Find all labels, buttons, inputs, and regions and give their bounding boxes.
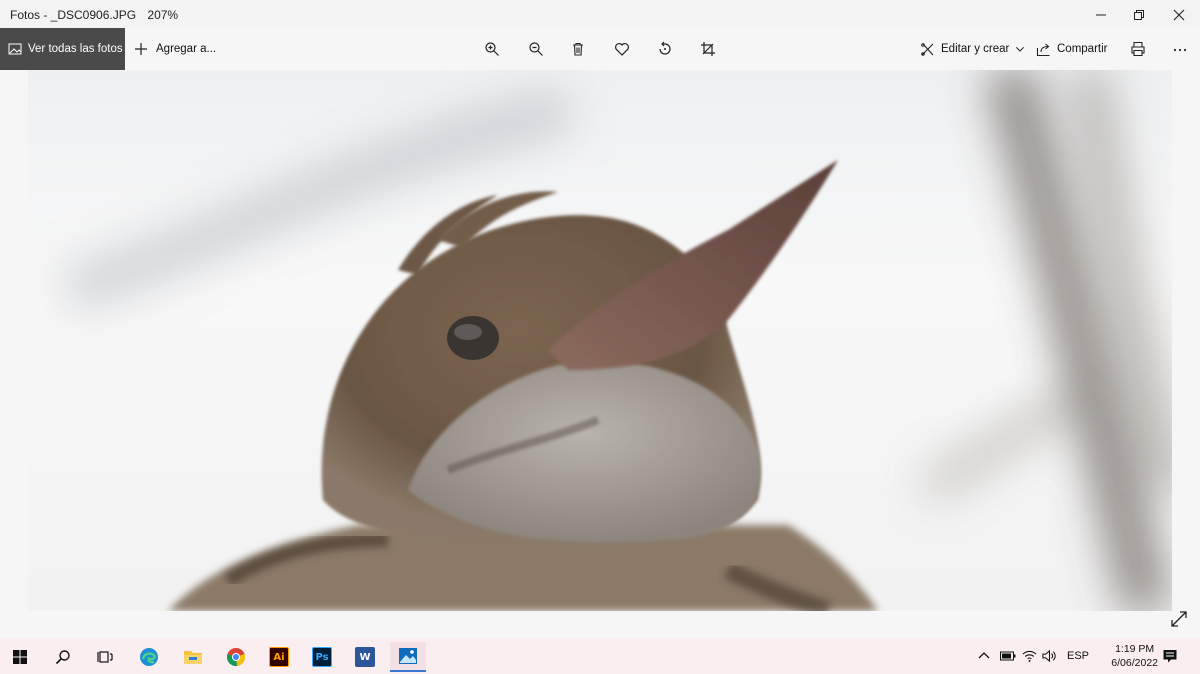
more-options-button[interactable] bbox=[1162, 28, 1198, 70]
heart-icon bbox=[615, 43, 629, 56]
search-icon bbox=[55, 650, 70, 665]
add-to-button[interactable]: Agregar a... bbox=[134, 28, 216, 70]
edge-icon bbox=[140, 648, 158, 666]
trash-icon bbox=[573, 42, 583, 56]
task-view-button[interactable] bbox=[87, 642, 123, 672]
bird-photo bbox=[62, 70, 1172, 611]
zoom-out-icon bbox=[529, 42, 543, 56]
share-icon bbox=[1036, 43, 1050, 56]
volume-indicator[interactable] bbox=[1042, 638, 1057, 674]
chevron-up-icon bbox=[978, 652, 990, 659]
task-view-icon bbox=[97, 651, 113, 663]
clock-time: 1:19 PM bbox=[1115, 643, 1155, 655]
taskbar-file-explorer[interactable] bbox=[175, 642, 211, 672]
start-button[interactable] bbox=[2, 642, 38, 672]
battery-indicator[interactable] bbox=[1000, 638, 1016, 674]
crop-icon bbox=[701, 42, 715, 56]
search-button[interactable] bbox=[45, 642, 81, 672]
windows-icon bbox=[13, 650, 27, 664]
chevron-down-icon bbox=[1016, 46, 1025, 52]
fullscreen-icon[interactable] bbox=[1170, 610, 1188, 628]
eye-highlight bbox=[454, 324, 482, 340]
title-bar: Fotos - _DSC0906.JPG 207% bbox=[0, 0, 1200, 30]
share-button[interactable]: Compartir bbox=[1036, 28, 1107, 70]
photo-icon bbox=[8, 43, 22, 55]
zoom-in-icon bbox=[485, 42, 499, 56]
taskbar-photos[interactable] bbox=[390, 642, 426, 672]
command-bar: Ver todas las fotos Agregar a... Editar … bbox=[0, 28, 1200, 70]
wifi-icon bbox=[1022, 650, 1037, 662]
rotate-icon bbox=[659, 41, 671, 55]
all-photos-button[interactable]: Ver todas las fotos bbox=[0, 28, 125, 70]
photo-canvas[interactable] bbox=[28, 70, 1172, 611]
wifi-indicator[interactable] bbox=[1022, 638, 1037, 674]
close-button[interactable] bbox=[1156, 0, 1200, 30]
chrome-icon bbox=[226, 648, 246, 667]
all-photos-label: Ver todas las fotos bbox=[28, 43, 123, 55]
window-title: Fotos - _DSC0906.JPG 207% bbox=[10, 8, 186, 22]
language-indicator[interactable]: ESP bbox=[1067, 638, 1089, 674]
clock[interactable]: 1:19 PM 6/06/2022 bbox=[1111, 642, 1158, 670]
battery-icon bbox=[1000, 651, 1016, 661]
file-title: Fotos - _DSC0906.JPG bbox=[10, 8, 137, 22]
minimize-icon bbox=[1096, 14, 1106, 16]
plus-icon bbox=[135, 43, 147, 55]
zoom-level: 207% bbox=[147, 8, 179, 22]
illustrator-icon: Ai bbox=[269, 647, 289, 667]
print-button[interactable] bbox=[1120, 28, 1156, 70]
taskbar-word[interactable]: W bbox=[347, 642, 383, 672]
speaker-icon bbox=[1042, 649, 1056, 663]
close-icon bbox=[1173, 9, 1185, 21]
delete-button[interactable] bbox=[560, 28, 596, 70]
rotate-button[interactable] bbox=[647, 28, 683, 70]
zoom-in-button[interactable] bbox=[474, 28, 510, 70]
photoshop-icon: Ps bbox=[312, 647, 332, 667]
ellipsis-icon bbox=[1173, 48, 1187, 52]
printer-icon bbox=[1131, 41, 1145, 57]
taskbar-photoshop[interactable]: Ps bbox=[304, 642, 340, 672]
crop-button[interactable] bbox=[690, 28, 726, 70]
word-icon: W bbox=[355, 647, 375, 667]
taskbar-illustrator[interactable]: Ai bbox=[261, 642, 297, 672]
taskbar: Ai Ps W ESP 1:19 PM 6/06/2022 bbox=[0, 638, 1200, 674]
notification-icon bbox=[1163, 650, 1177, 663]
share-label: Compartir bbox=[1057, 43, 1108, 55]
notifications-button[interactable] bbox=[1162, 638, 1178, 674]
taskbar-edge[interactable] bbox=[131, 642, 167, 672]
clock-date: 6/06/2022 bbox=[1111, 657, 1158, 669]
photos-icon bbox=[399, 648, 417, 664]
photo-viewer bbox=[0, 70, 1200, 638]
edit-icon bbox=[921, 42, 934, 56]
show-hidden-icons[interactable] bbox=[978, 638, 990, 674]
zoom-out-button[interactable] bbox=[518, 28, 554, 70]
edit-create-button[interactable]: Editar y crear bbox=[920, 28, 1031, 70]
add-to-label: Agregar a... bbox=[156, 43, 217, 55]
folder-icon bbox=[184, 651, 202, 664]
restore-icon bbox=[1134, 10, 1144, 20]
edit-create-label: Editar y crear bbox=[941, 43, 1010, 55]
taskbar-chrome[interactable] bbox=[218, 642, 254, 672]
favorite-button[interactable] bbox=[604, 28, 640, 70]
